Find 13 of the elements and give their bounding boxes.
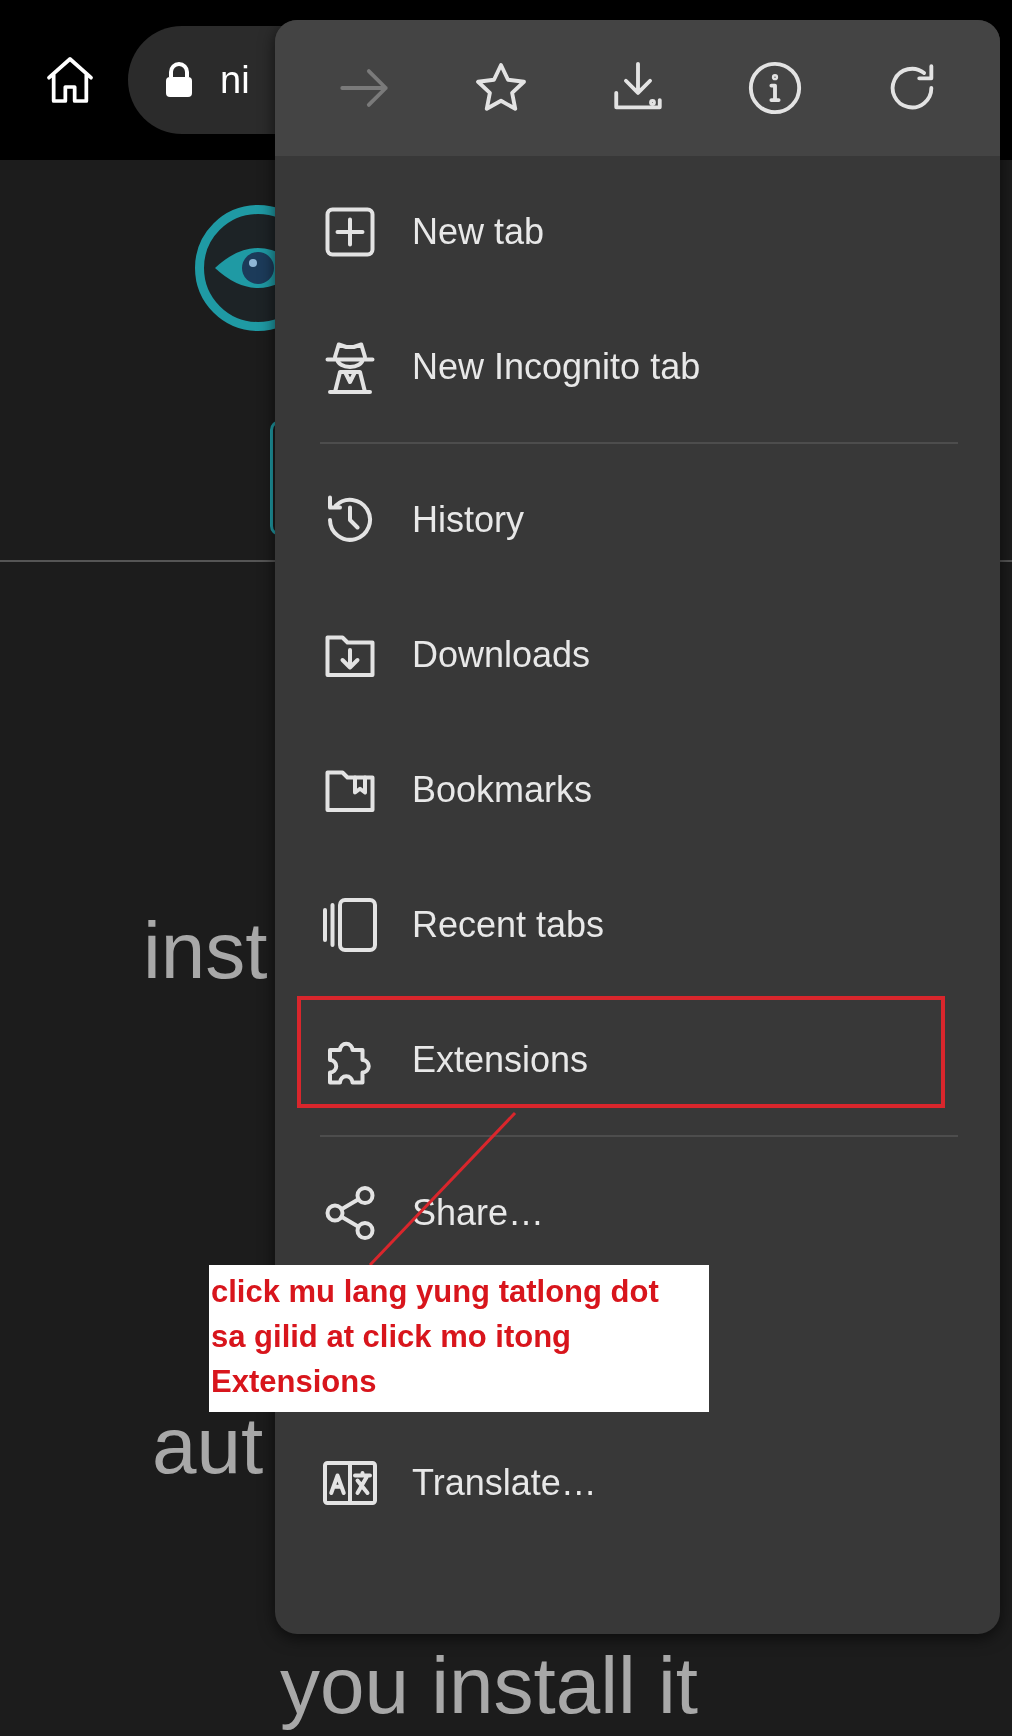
menu-item[interactable]: New tab bbox=[275, 164, 1000, 299]
menu-item[interactable]: Translate… bbox=[275, 1415, 1000, 1550]
menu-item[interactable]: Recent tabs bbox=[275, 857, 1000, 992]
menu-item[interactable]: Bookmarks bbox=[275, 722, 1000, 857]
menu-item[interactable]: Extensions bbox=[275, 992, 1000, 1127]
menu-item[interactable]: New Incognito tab bbox=[275, 299, 1000, 434]
lock-icon bbox=[164, 61, 194, 99]
page-heading-text: you install it bbox=[280, 1640, 698, 1732]
page-heading-text: inst bbox=[143, 905, 268, 997]
menu-item[interactable]: History bbox=[275, 452, 1000, 587]
url-text: ni bbox=[220, 58, 250, 102]
menu-item[interactable]: Downloads bbox=[275, 587, 1000, 722]
annotation-tooltip: click mu lang yung tatlong dot sa gilid at click mo itong Extensions bbox=[209, 1265, 709, 1412]
